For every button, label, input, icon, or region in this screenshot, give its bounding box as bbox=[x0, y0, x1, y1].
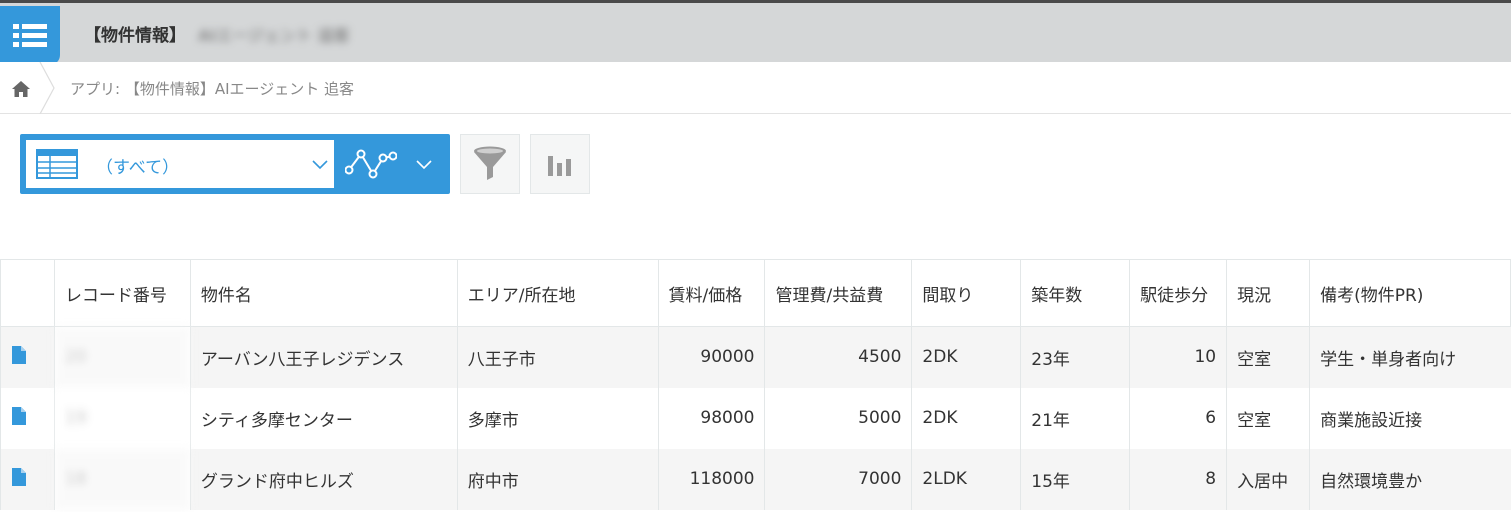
area: 府中市 bbox=[456, 448, 659, 510]
document-icon bbox=[12, 406, 26, 425]
breadcrumb-separator bbox=[39, 62, 55, 114]
breadcrumb: アプリ: 【物件情報】AIエージェント 追客 bbox=[0, 62, 1511, 114]
note: 自然環境豊か bbox=[1309, 448, 1511, 510]
building-age: 21年 bbox=[1020, 387, 1130, 449]
table-row: 20 アーバン八王子レジデンス 八王子市 90000 4500 2DK 23年 … bbox=[0, 326, 1511, 388]
status: 入居中 bbox=[1226, 448, 1310, 510]
detail-link[interactable] bbox=[0, 448, 55, 510]
column-header[interactable]: 現況 bbox=[1226, 259, 1311, 327]
area: 八王子市 bbox=[456, 326, 659, 388]
graph-menu-button[interactable] bbox=[334, 134, 450, 194]
column-header-actions bbox=[0, 259, 55, 327]
table-row: 19 シティ多摩センター 多摩市 98000 5000 2DK 21年 6 空室… bbox=[0, 387, 1511, 449]
filter-icon bbox=[474, 146, 506, 180]
walk-minutes: 8 bbox=[1129, 448, 1227, 510]
records-table: レコード番号 物件名 エリア/所在地 賃料/価格 管理費/共益費 間取り 築年数… bbox=[0, 259, 1511, 510]
status: 空室 bbox=[1226, 326, 1310, 388]
management-fee: 5000 bbox=[764, 387, 912, 449]
property-name: グランド府中ヒルズ bbox=[189, 448, 458, 510]
area: 多摩市 bbox=[456, 387, 659, 449]
property-name: シティ多摩センター bbox=[189, 387, 458, 449]
rent: 98000 bbox=[657, 387, 765, 449]
note: 商業施設近接 bbox=[1309, 387, 1511, 449]
table-row: 18 グランド府中ヒルズ 府中市 118000 7000 2LDK 15年 8 … bbox=[0, 448, 1511, 510]
rent: 90000 bbox=[657, 326, 765, 388]
detail-link[interactable] bbox=[0, 387, 55, 449]
walk-minutes: 6 bbox=[1129, 387, 1227, 449]
document-icon bbox=[12, 467, 26, 486]
floor-plan: 2LDK bbox=[911, 448, 1021, 510]
column-header[interactable]: 物件名 bbox=[189, 259, 458, 327]
record-number: 20 bbox=[53, 326, 191, 388]
rent: 118000 bbox=[657, 448, 765, 510]
breadcrumb-app-link[interactable]: アプリ: 【物件情報】AIエージェント 追客 bbox=[70, 78, 354, 99]
column-header[interactable]: 備考(物件PR) bbox=[1309, 259, 1511, 327]
app-title-redacted: AIエージェント 追客 bbox=[198, 26, 350, 45]
table-header-row: レコード番号 物件名 エリア/所在地 賃料/価格 管理費/共益費 間取り 築年数… bbox=[0, 259, 1511, 327]
building-age: 15年 bbox=[1020, 448, 1130, 510]
bar-chart-icon bbox=[548, 156, 571, 176]
chevron-down-icon bbox=[312, 160, 328, 170]
menu-list-icon bbox=[13, 23, 47, 47]
app-header: 【物件情報】 AIエージェント 追客 bbox=[0, 0, 1511, 65]
view-toolbar: （すべて） bbox=[20, 134, 450, 194]
column-header[interactable]: 管理費/共益費 bbox=[764, 259, 913, 327]
management-fee: 4500 bbox=[764, 326, 912, 388]
line-graph-icon bbox=[345, 149, 397, 179]
app-menu-button[interactable] bbox=[0, 6, 60, 65]
column-header[interactable]: 賃料/価格 bbox=[657, 259, 766, 327]
floor-plan: 2DK bbox=[911, 387, 1021, 449]
record-number: 19 bbox=[53, 387, 191, 449]
walk-minutes: 10 bbox=[1129, 326, 1227, 388]
column-header[interactable]: レコード番号 bbox=[53, 259, 191, 327]
property-name: アーバン八王子レジデンス bbox=[189, 326, 458, 388]
management-fee: 7000 bbox=[764, 448, 912, 510]
column-header[interactable]: 築年数 bbox=[1020, 259, 1131, 327]
floor-plan: 2DK bbox=[911, 326, 1021, 388]
detail-link[interactable] bbox=[0, 326, 55, 388]
column-header[interactable]: 間取り bbox=[911, 259, 1022, 327]
record-number: 18 bbox=[53, 448, 191, 510]
note: 学生・単身者向け bbox=[1309, 326, 1511, 388]
column-header[interactable]: エリア/所在地 bbox=[456, 259, 659, 327]
status: 空室 bbox=[1226, 387, 1310, 449]
table-view-icon bbox=[36, 149, 78, 179]
view-select[interactable]: （すべて） bbox=[26, 140, 334, 188]
document-icon bbox=[12, 345, 26, 364]
filter-button[interactable] bbox=[460, 134, 520, 194]
home-icon bbox=[12, 81, 30, 97]
app-title: 【物件情報】 bbox=[84, 26, 186, 46]
chevron-down-icon bbox=[416, 160, 432, 170]
building-age: 23年 bbox=[1020, 326, 1130, 388]
graph-button[interactable] bbox=[530, 134, 590, 194]
column-header[interactable]: 駅徒歩分 bbox=[1129, 259, 1228, 327]
view-select-label: （すべて） bbox=[96, 158, 180, 178]
